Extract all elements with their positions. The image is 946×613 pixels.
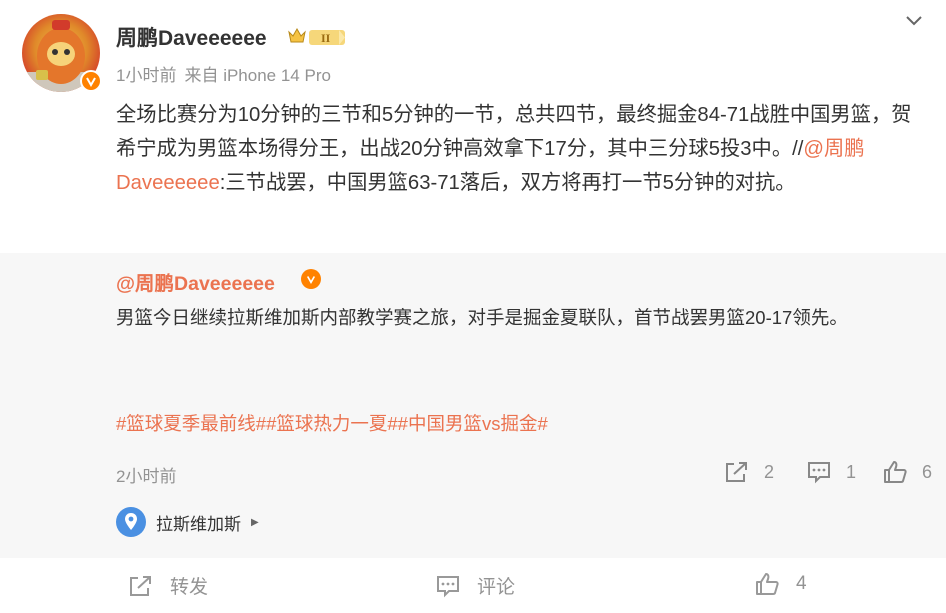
post-time[interactable]: 1小时前: [116, 66, 176, 85]
chevron-down-icon[interactable]: [902, 10, 926, 30]
location-label: 拉斯维加斯: [156, 514, 241, 534]
like-count: 4: [796, 573, 807, 594]
repost-comment-button[interactable]: 1: [806, 460, 856, 484]
post-text: 全场比赛分为10分钟的三节和5分钟的一节，总共四节，最终掘金84-71战胜中国男…: [116, 98, 928, 200]
repost-text: 男篮今日继续拉斯维加斯内部教学赛之旅，对手是掘金夏联队，首节战罢男篮20-17领…: [116, 307, 848, 328]
post-source: 来自 iPhone 14 Pro: [184, 66, 331, 85]
repost-comment-count: 1: [846, 461, 857, 482]
repost-label: 转发: [170, 577, 209, 598]
location-pin-icon: [116, 507, 146, 537]
rank-badge-label: II: [321, 31, 331, 45]
comment-label: 评论: [477, 577, 516, 598]
comment-button[interactable]: 评论: [435, 572, 515, 599]
verified-icon: [301, 269, 321, 289]
comment-icon: [437, 575, 459, 597]
rank-crown-icon[interactable]: II: [287, 26, 347, 48]
repost-share-button[interactable]: 2: [724, 460, 774, 484]
share-icon: [130, 575, 151, 596]
caret-right-icon: ▶: [251, 516, 259, 528]
repost-time[interactable]: 2小时前: [116, 462, 176, 487]
share-icon: [726, 462, 747, 482]
post-text-main: 全场比赛分为10分钟的三节和5分钟的一节，总共四节，最终掘金84-71战胜中国男…: [116, 104, 912, 160]
thumbs-up-icon: [756, 573, 779, 595]
post-meta: 1小时前 来自 iPhone 14 Pro: [116, 61, 331, 86]
post-text-tail: :三节战罢，中国男篮63-71落后，双方将再打一节5分钟的对抗。: [219, 172, 796, 194]
thumbs-up-icon: [884, 461, 907, 483]
location-tag[interactable]: 拉斯维加斯 ▶: [116, 503, 306, 541]
repost-author-link[interactable]: @周鹏Daveeeeee: [116, 267, 275, 296]
verified-icon: [80, 70, 102, 92]
repost-topics[interactable]: #篮球夏季最前线##篮球热力一夏##中国男篮vs掘金#: [116, 410, 548, 436]
repost-share-count: 2: [764, 461, 775, 482]
author-name[interactable]: 周鹏Daveeeeee: [116, 22, 267, 52]
repost-button[interactable]: 转发: [128, 572, 208, 599]
repost-like-button[interactable]: 6: [882, 460, 932, 484]
repost-like-count: 6: [922, 461, 933, 482]
comment-icon: [808, 462, 830, 484]
like-button[interactable]: 4: [754, 572, 807, 596]
